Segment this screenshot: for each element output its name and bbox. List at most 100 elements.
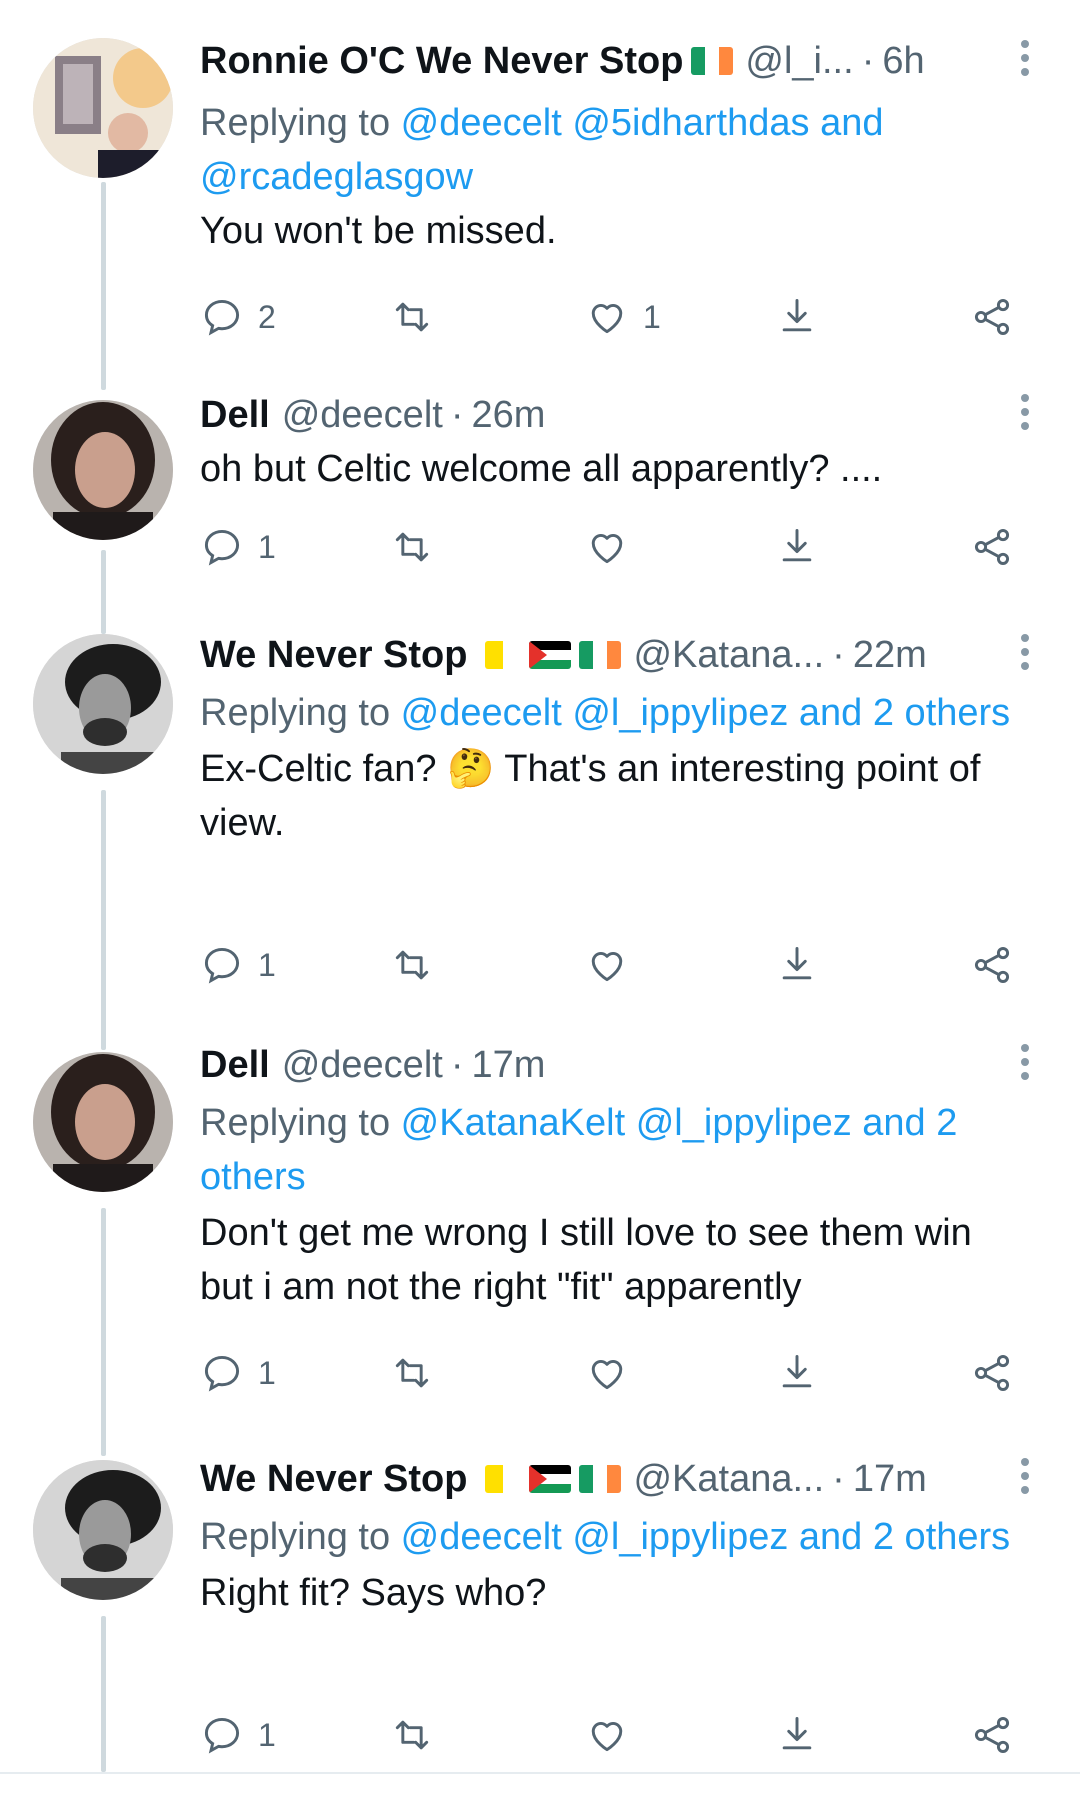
download-icon: [782, 529, 812, 562]
tweet-text: Ex-Celtic fan? 🤔 That's an interesting p…: [200, 748, 981, 844]
handle[interactable]: @Katana...: [633, 632, 824, 678]
reply-count: 2: [258, 298, 276, 335]
action-bar: 1: [200, 940, 1020, 990]
tweet-header: Dell @deecelt · 26m: [200, 392, 1030, 438]
palestine-flag-icon: [529, 1465, 572, 1493]
action-bar: 1: [200, 1348, 1020, 1398]
avatar[interactable]: [33, 1460, 173, 1600]
timestamp[interactable]: 26m: [471, 392, 545, 438]
share-button[interactable]: [970, 295, 1014, 339]
tweet-text: Right fit? Says who?: [200, 1572, 547, 1614]
share-button[interactable]: [970, 525, 1014, 569]
like-count: 1: [643, 298, 661, 335]
heart-icon: [591, 951, 623, 982]
avatar-image: [33, 634, 173, 774]
avatar[interactable]: [33, 634, 173, 774]
download-button[interactable]: [775, 525, 970, 569]
reply-icon: [204, 1355, 240, 1392]
share-button[interactable]: [970, 1713, 1014, 1757]
reply-icon: [204, 947, 240, 984]
retweet-button[interactable]: [390, 1713, 585, 1757]
retweet-button[interactable]: [390, 295, 585, 339]
replying-to: Replying to @deecelt @l_ippylipez and 2 …: [200, 1510, 1030, 1564]
display-name[interactable]: Ronnie O'C We Never Stop: [200, 38, 683, 84]
tweet-header: Dell @deecelt · 17m: [200, 1042, 1030, 1088]
replying-to-label: Replying to: [200, 1102, 401, 1144]
thread-connector: [101, 1208, 106, 1456]
like-button[interactable]: [585, 1351, 775, 1395]
tweet-header: Ronnie O'C We Never Stop @l_i... · 6h: [200, 38, 1030, 84]
reply-icon: [204, 1717, 240, 1754]
heart-icon: [591, 1359, 623, 1390]
share-icon: [974, 947, 1010, 983]
reply-button[interactable]: 1: [200, 525, 390, 569]
heart-icon: [591, 533, 623, 564]
download-icon: [782, 1355, 812, 1388]
separator: ·: [832, 1458, 845, 1500]
avatar[interactable]: [33, 38, 173, 178]
share-button[interactable]: [970, 943, 1014, 987]
thread-connector: [101, 1616, 106, 1772]
download-icon: [782, 947, 812, 980]
reply-mentions[interactable]: @deecelt @l_ippylipez and 2 others: [401, 692, 1011, 734]
thread-connector: [101, 790, 106, 1050]
display-name[interactable]: We Never Stop: [200, 632, 467, 678]
timestamp[interactable]: 17m: [853, 1456, 927, 1502]
display-name[interactable]: Dell: [200, 392, 270, 438]
like-button[interactable]: [585, 525, 775, 569]
more-icon[interactable]: [1020, 1458, 1030, 1494]
avatar[interactable]: [33, 400, 173, 540]
replying-to: Replying to @deecelt @5idharthdas and @r…: [200, 96, 1030, 204]
tweet-text: You won't be missed.: [200, 210, 557, 252]
handle[interactable]: @deecelt: [282, 1042, 443, 1088]
like-button[interactable]: [585, 1713, 775, 1757]
reply-button[interactable]: 1: [200, 1351, 390, 1395]
reply-button[interactable]: 1: [200, 943, 390, 987]
more-icon[interactable]: [1020, 634, 1030, 670]
vatican-flag-icon: [485, 641, 522, 669]
download-button[interactable]: [775, 943, 970, 987]
avatar[interactable]: [33, 1052, 173, 1192]
separator: ·: [450, 394, 464, 436]
display-name[interactable]: Dell: [200, 1042, 270, 1088]
retweet-button[interactable]: [390, 525, 585, 569]
download-button[interactable]: [775, 1713, 970, 1757]
like-button[interactable]: 1: [585, 295, 775, 339]
reply-mentions[interactable]: @deecelt @l_ippylipez and 2 others: [401, 1516, 1011, 1558]
retweet-button[interactable]: [390, 1351, 585, 1395]
retweet-button[interactable]: [390, 943, 585, 987]
download-button[interactable]: [775, 1351, 970, 1395]
ireland-flag-icon: [691, 47, 734, 75]
handle[interactable]: @Katana...: [633, 1456, 824, 1502]
reply-button[interactable]: 2: [200, 295, 390, 339]
more-icon[interactable]: [1020, 40, 1030, 76]
share-icon: [974, 529, 1010, 565]
timestamp[interactable]: 22m: [853, 632, 927, 678]
thread-connector: [101, 550, 106, 634]
handle[interactable]: @l_i...: [745, 38, 853, 84]
reply-icon: [204, 529, 240, 566]
reply-count: 1: [258, 946, 276, 983]
reply-count: 1: [258, 528, 276, 565]
action-bar: 1: [200, 522, 1020, 572]
download-button[interactable]: [775, 295, 970, 339]
share-icon: [974, 1355, 1010, 1391]
separator: ·: [450, 1044, 464, 1086]
like-button[interactable]: [585, 943, 775, 987]
download-icon: [782, 299, 812, 332]
more-icon[interactable]: [1020, 394, 1030, 430]
thread-connector: [101, 182, 106, 390]
action-bar: 1: [200, 1710, 1020, 1760]
reply-button[interactable]: 1: [200, 1713, 390, 1757]
more-icon[interactable]: [1020, 1044, 1030, 1080]
retweet-icon: [395, 532, 429, 562]
share-icon: [974, 1717, 1010, 1753]
display-name[interactable]: We Never Stop: [200, 1456, 467, 1502]
timestamp[interactable]: 17m: [471, 1042, 545, 1088]
avatar-image: [33, 1460, 173, 1600]
separator: ·: [832, 634, 845, 676]
share-button[interactable]: [970, 1351, 1014, 1395]
ireland-flag-icon: [579, 641, 622, 669]
timestamp[interactable]: 6h: [882, 38, 924, 84]
handle[interactable]: @deecelt: [282, 392, 443, 438]
